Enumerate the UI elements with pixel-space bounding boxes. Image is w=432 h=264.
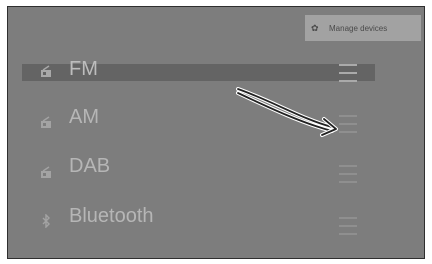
radio-icon bbox=[40, 115, 52, 129]
drag-handle-icon[interactable] bbox=[339, 165, 357, 183]
source-label: Bluetooth bbox=[69, 205, 154, 227]
radio-icon bbox=[40, 165, 52, 179]
bluetooth-icon bbox=[40, 214, 52, 228]
media-source-screen: ✿ Manage devices FM AM DAB Bluetooth bbox=[7, 6, 425, 259]
radio-icon bbox=[40, 64, 52, 78]
source-label: DAB bbox=[69, 155, 111, 177]
source-list: FM AM DAB Bluetooth bbox=[8, 7, 424, 258]
drag-gesture-arrow-icon bbox=[236, 87, 338, 137]
source-label: FM bbox=[69, 58, 98, 80]
drag-handle-icon[interactable] bbox=[339, 217, 357, 235]
source-label: AM bbox=[69, 106, 99, 128]
